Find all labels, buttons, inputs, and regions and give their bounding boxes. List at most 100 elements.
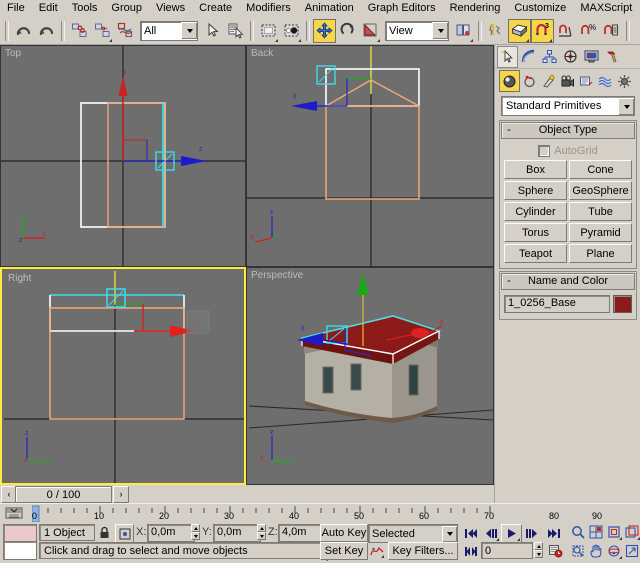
selection-lock-toggle[interactable]: [97, 525, 112, 540]
select-and-link-button[interactable]: [68, 19, 91, 43]
object-color-swatch[interactable]: [613, 295, 632, 313]
menu-item-customize[interactable]: Customize: [507, 1, 573, 16]
redo-button[interactable]: [35, 19, 58, 43]
tube-button[interactable]: Tube: [569, 202, 632, 221]
arc-rotate-button[interactable]: [604, 542, 623, 560]
play-animation-button[interactable]: [501, 524, 522, 543]
collapse-icon[interactable]: -: [502, 124, 516, 137]
window-crossing-toggle-button[interactable]: [280, 19, 303, 43]
menu-item-group[interactable]: Group: [104, 1, 149, 16]
create-tab[interactable]: [497, 46, 518, 68]
helpers-button[interactable]: [577, 71, 596, 91]
spinner-up[interactable]: [534, 542, 543, 550]
viewport-back[interactable]: Back z: [246, 45, 494, 267]
menu-item-animation[interactable]: Animation: [298, 1, 361, 16]
utilities-tab[interactable]: [602, 46, 623, 68]
spinner-down[interactable]: [534, 550, 543, 558]
object-name-input[interactable]: 1_0256_Base: [504, 295, 610, 313]
motion-tab[interactable]: [560, 46, 581, 68]
cone-button[interactable]: Cone: [569, 160, 632, 179]
autogrid-row[interactable]: AutoGrid: [504, 143, 632, 158]
reference-coordinate-system-combo[interactable]: View: [385, 21, 449, 41]
sphere-button[interactable]: Sphere: [504, 181, 567, 200]
current-frame-field[interactable]: 0: [481, 542, 533, 559]
pan-view-button[interactable]: [586, 542, 605, 560]
spinner-snap-toggle-button[interactable]: [600, 19, 623, 43]
lights-button[interactable]: [539, 71, 558, 91]
coord-x-spinner[interactable]: [191, 524, 200, 540]
hierarchy-tab[interactable]: [539, 46, 560, 68]
key-filters-button[interactable]: Key Filters...: [388, 542, 458, 560]
auto-key-button[interactable]: Auto Key: [320, 524, 368, 542]
next-frame-button[interactable]: [522, 524, 541, 542]
chevron-down-icon[interactable]: [432, 22, 448, 39]
zoom-all-button[interactable]: [586, 523, 605, 541]
menu-item-file[interactable]: File: [0, 1, 32, 16]
time-configuration-button[interactable]: [546, 542, 565, 560]
systems-button[interactable]: [615, 71, 634, 91]
viewport-top[interactable]: Top x z: [0, 45, 246, 267]
key-filter-dropdown[interactable]: Selected: [368, 524, 458, 543]
undo-button[interactable]: [12, 19, 35, 43]
viewport-perspective[interactable]: Perspective: [246, 267, 494, 485]
select-and-rotate-button[interactable]: [336, 19, 359, 43]
maxscript-mini-listener-white[interactable]: [3, 541, 37, 560]
viewport-right[interactable]: Right x: [0, 267, 246, 485]
absolute-relative-mode-toggle[interactable]: [115, 524, 134, 543]
object-category-dropdown[interactable]: Standard Primitives: [501, 96, 635, 116]
selection-filter-combo[interactable]: All: [140, 21, 198, 41]
bind-to-space-warp-button[interactable]: [114, 19, 137, 43]
rectangular-selection-region-button[interactable]: [257, 19, 280, 43]
key-mode-toggle-button[interactable]: [461, 542, 480, 560]
chevron-down-icon[interactable]: [181, 22, 197, 39]
set-key-button[interactable]: Set Key: [320, 542, 368, 560]
track-bar[interactable]: 0 10 20 30 40 50 60 70 80 90: [0, 503, 640, 523]
maximize-viewport-toggle-button[interactable]: [622, 542, 640, 560]
select-object-button[interactable]: [201, 19, 224, 43]
spinner-down[interactable]: [191, 532, 200, 540]
menu-item-create[interactable]: Create: [192, 1, 239, 16]
coord-y-spinner[interactable]: [257, 524, 266, 540]
modify-tab[interactable]: [518, 46, 539, 68]
geosphere-button[interactable]: GeoSphere: [569, 181, 632, 200]
menu-item-rendering[interactable]: Rendering: [443, 1, 508, 16]
object-type-rollout-header[interactable]: - Object Type: [501, 122, 635, 139]
goto-start-button[interactable]: [461, 524, 480, 542]
coord-x-field[interactable]: 0,0m: [147, 524, 195, 542]
coord-y-field[interactable]: 0,0m: [213, 524, 261, 542]
menu-item-graph-editors[interactable]: Graph Editors: [361, 1, 443, 16]
spinner-up[interactable]: [257, 524, 266, 532]
space-warps-button[interactable]: [596, 71, 615, 91]
shapes-button[interactable]: [520, 71, 539, 91]
mirror-button[interactable]: [485, 19, 508, 43]
align-button[interactable]: [508, 19, 531, 43]
spinner-down[interactable]: [257, 532, 266, 540]
unlink-selection-button[interactable]: [91, 19, 114, 43]
percent-snap-toggle-button[interactable]: %: [577, 19, 600, 43]
cameras-button[interactable]: [558, 71, 577, 91]
display-tab[interactable]: [581, 46, 602, 68]
plane-button[interactable]: Plane: [569, 244, 632, 263]
autogrid-checkbox[interactable]: [538, 145, 550, 157]
current-frame-spinner[interactable]: [534, 542, 543, 558]
goto-end-button[interactable]: [544, 524, 563, 542]
use-pivot-point-center-button[interactable]: [452, 19, 475, 43]
menu-item-views[interactable]: Views: [149, 1, 192, 16]
menu-item-modifiers[interactable]: Modifiers: [239, 1, 298, 16]
select-and-move-button[interactable]: [313, 19, 336, 43]
previous-frame-button[interactable]: [481, 524, 500, 542]
set-key-mode-curve-button[interactable]: [368, 542, 385, 559]
chevron-down-icon[interactable]: [442, 526, 457, 542]
spinner-up[interactable]: [191, 524, 200, 532]
name-and-color-rollout-header[interactable]: - Name and Color: [501, 273, 635, 290]
chevron-down-icon[interactable]: [618, 98, 634, 115]
next-frame-arrow[interactable]: ›: [113, 486, 129, 503]
cylinder-button[interactable]: Cylinder: [504, 202, 567, 221]
box-button[interactable]: Box: [504, 160, 567, 179]
menu-item-edit[interactable]: Edit: [32, 1, 65, 16]
time-slider-handle[interactable]: 0 / 100: [15, 486, 112, 503]
select-and-scale-button[interactable]: [359, 19, 382, 43]
select-by-name-button[interactable]: [224, 19, 247, 43]
teapot-button[interactable]: Teapot: [504, 244, 567, 263]
open-mini-curve-editor-button[interactable]: [4, 505, 24, 521]
